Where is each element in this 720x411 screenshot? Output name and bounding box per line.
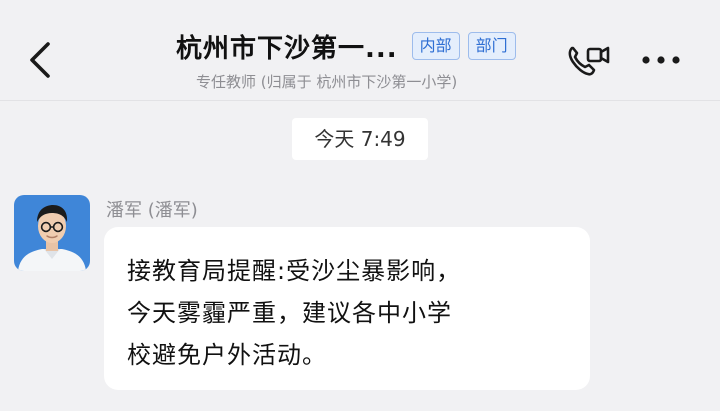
tag-department: 部门 <box>467 32 516 60</box>
more-dots-icon <box>642 56 680 64</box>
back-button[interactable] <box>22 38 62 82</box>
video-call-button[interactable] <box>566 42 612 78</box>
message-text: 接教育局提醒:受沙尘暴影响， 今天雾霾严重，建议各中小学 校避免户外活动。 <box>127 257 462 369</box>
title-row: 杭州市下沙第一... 内部 部门 <box>176 28 516 64</box>
message-bubble[interactable]: 接教育局提醒:受沙尘暴影响， 今天雾霾严重，建议各中小学 校避免户外活动。 <box>104 227 590 390</box>
chat-header: 杭州市下沙第一... 内部 部门 专任教师 (归属于 杭州市下沙第一小学) <box>0 0 720 101</box>
timestamp-divider: 今天 7:49 <box>292 118 428 160</box>
avatar-photo <box>14 195 90 271</box>
chat-title: 杭州市下沙第一... <box>176 33 398 64</box>
avatar[interactable] <box>14 195 90 271</box>
chevron-left-icon <box>30 42 50 78</box>
tag-internal: 内部 <box>411 32 460 60</box>
chat-subtitle: 专任教师 (归属于 杭州市下沙第一小学) <box>196 73 458 91</box>
video-phone-icon <box>568 46 610 76</box>
sender-name: 潘军 (潘军) <box>106 200 198 221</box>
more-button[interactable] <box>640 50 686 70</box>
